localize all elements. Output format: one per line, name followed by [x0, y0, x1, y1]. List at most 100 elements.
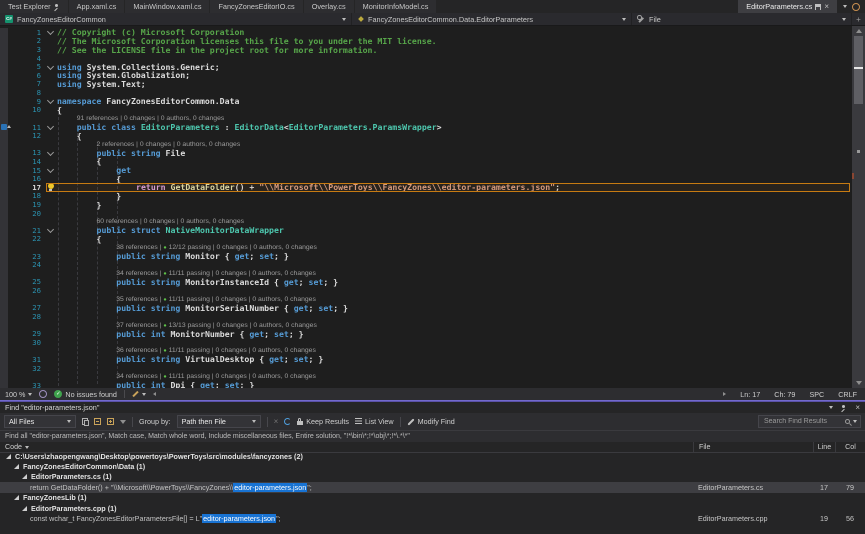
status-column[interactable]: Ch: 79 — [774, 390, 795, 399]
tree-expander-icon[interactable] — [22, 506, 27, 511]
search-icon[interactable] — [845, 419, 850, 424]
modify-find-button[interactable]: Modify Find — [407, 417, 455, 426]
search-find-results-input[interactable] — [762, 417, 842, 426]
split-window-button[interactable] — [852, 13, 865, 25]
code-line[interactable]: 28 — [0, 312, 852, 321]
collapse-chevron-icon[interactable] — [47, 149, 54, 156]
close-icon[interactable] — [824, 2, 829, 11]
tab-app-xaml-cs[interactable]: App.xaml.cs — [69, 0, 125, 13]
collapse-chevron-icon[interactable] — [47, 166, 54, 173]
code-line[interactable]: 30 — [0, 338, 852, 347]
code-line[interactable]: 17return GetDataFolder() + "\\Microsoft\… — [0, 183, 852, 192]
code-line[interactable]: 23public string Monitor { get; set; } — [0, 252, 852, 261]
codelens-text[interactable]: 37 references | ● 13/13 passing | 0 chan… — [116, 322, 317, 329]
status-encoding[interactable]: SPC — [809, 390, 824, 399]
project-dropdown[interactable]: FancyZonesEditorCommon — [0, 13, 352, 25]
code-line[interactable]: 3// See the LICENSE file in the project … — [0, 45, 852, 54]
find-result-row[interactable]: return GetDataFolder() + "\\Microsoft\\P… — [0, 482, 865, 492]
keep-results-button[interactable]: Keep Results — [297, 417, 349, 426]
code-line[interactable]: 11public class EditorParameters : Editor… — [0, 123, 852, 132]
chevron-down-icon[interactable] — [853, 420, 857, 423]
code-line[interactable]: 20 — [0, 209, 852, 218]
code-editor[interactable]: 1// Copyright (c) Microsoft Corporation2… — [0, 26, 865, 388]
collapse-all-icon[interactable] — [107, 418, 114, 425]
tree-expander-icon[interactable] — [22, 474, 27, 479]
find-group-row[interactable]: FancyZonesEditorCommon\Data (1) — [0, 461, 865, 471]
expand-all-icon[interactable] — [94, 418, 101, 425]
status-line[interactable]: Ln: 17 — [740, 390, 760, 399]
code-line[interactable]: 19} — [0, 200, 852, 209]
find-group-row[interactable]: FancyZonesLib (1) — [0, 493, 865, 503]
list-view-button[interactable]: List View — [355, 417, 394, 426]
find-result-row[interactable]: const wchar_t FancyZonesEditorParameters… — [0, 513, 865, 523]
collapse-chevron-icon[interactable] — [47, 63, 54, 70]
editor-vertical-scrollbar[interactable] — [852, 26, 865, 388]
find-group-row[interactable]: EditorParameters.cs (1) — [0, 472, 865, 482]
code-line[interactable]: 15get — [0, 166, 852, 175]
tab-mainwindow-xaml-cs[interactable]: MainWindow.xaml.cs — [125, 0, 209, 13]
group-by-dropdown[interactable]: Path then File — [177, 415, 261, 428]
notification-icon[interactable] — [852, 3, 860, 11]
code-line[interactable]: 25public string MonitorInstanceId { get;… — [0, 278, 852, 287]
code-line[interactable]: 12{ — [0, 131, 852, 140]
code-line[interactable]: 18} — [0, 192, 852, 201]
code-line[interactable]: 33public int Dpi { get; set; } — [0, 381, 852, 388]
expand-status-icon[interactable] — [723, 392, 726, 396]
lightbulb-icon[interactable] — [48, 183, 54, 191]
scrollbar-thumb[interactable] — [854, 36, 863, 104]
collapse-chevron-icon[interactable] — [47, 123, 54, 130]
tree-expander-icon[interactable] — [6, 454, 11, 459]
tree-expander-icon[interactable] — [14, 464, 19, 469]
refresh-icon[interactable] — [284, 418, 291, 425]
issues-indicator[interactable]: No issues found — [54, 390, 117, 399]
find-group-row[interactable]: C:\Users\zhaopengwang\Desktop\powertoys\… — [0, 451, 865, 461]
window-position-chevron-icon[interactable] — [829, 406, 833, 409]
ink-tool-button[interactable] — [132, 393, 146, 396]
type-dropdown[interactable]: FancyZonesEditorCommon.Data.EditorParame… — [352, 13, 632, 25]
code-line[interactable]: 22{ — [0, 235, 852, 244]
codelens-text[interactable]: 35 references | ● 11/11 passing | 0 chan… — [116, 296, 316, 303]
collapse-chevron-icon[interactable] — [47, 28, 54, 35]
scope-dropdown[interactable]: All Files — [4, 415, 76, 428]
member-dropdown[interactable]: File — [632, 13, 852, 25]
code-line[interactable]: 26 — [0, 286, 852, 295]
clear-results-icon[interactable] — [274, 417, 279, 426]
find-group-row[interactable]: EditorParameters.cpp (1) — [0, 503, 865, 513]
save-icon[interactable] — [815, 4, 821, 10]
codelens-text[interactable]: 34 references | ● 11/11 passing | 0 chan… — [116, 373, 316, 380]
code-line[interactable]: 32 — [0, 364, 852, 373]
codelens-text[interactable]: 38 references | ● 12/12 passing | 0 chan… — [116, 244, 317, 251]
code-line[interactable]: 24 — [0, 260, 852, 269]
code-line[interactable]: 9namespace FancyZonesEditorCommon.Data — [0, 97, 852, 106]
codelens-text[interactable]: 60 references | 0 changes | 0 authors, 0… — [97, 218, 245, 225]
scroll-down-icon[interactable] — [856, 381, 862, 385]
code-line[interactable]: 7using System.Text; — [0, 80, 852, 89]
tree-expander-icon[interactable] — [14, 495, 19, 500]
code-line[interactable]: 29public int MonitorNumber { get; set; } — [0, 329, 852, 338]
code-line[interactable]: 27public string MonitorSerialNumber { ge… — [0, 304, 852, 313]
copy-icon[interactable] — [82, 418, 88, 425]
health-indicator-icon[interactable] — [39, 390, 47, 398]
collapse-chevron-icon[interactable] — [47, 226, 54, 233]
codelens-text[interactable]: 34 references | ● 11/11 passing | 0 chan… — [116, 270, 316, 277]
zoom-selector[interactable]: 100 % — [5, 390, 32, 399]
close-icon[interactable] — [855, 403, 860, 412]
status-line-ending[interactable]: CRLF — [838, 390, 857, 399]
codelens-text[interactable]: 36 references | ● 11/11 passing | 0 chan… — [116, 347, 316, 354]
code-line[interactable]: 31public string VirtualDesktop { get; se… — [0, 355, 852, 364]
document-list-chevron-icon[interactable] — [843, 5, 847, 8]
pin-icon[interactable] — [54, 4, 60, 10]
code-line[interactable]: 10{ — [0, 105, 852, 114]
tab-editorparameters-cs[interactable]: EditorParameters.cs — [738, 0, 837, 13]
collapse-chevron-icon[interactable] — [47, 97, 54, 104]
codelens-text[interactable]: 91 references | 0 changes | 0 authors, 0… — [77, 115, 225, 122]
tab-fancyzoneseditorio-cs[interactable]: FancyZonesEditorIO.cs — [210, 0, 302, 13]
codelens-text[interactable]: 2 references | 0 changes | 0 authors, 0 … — [97, 141, 241, 148]
code-line[interactable]: 21public struct NativeMonitorDataWrapper — [0, 226, 852, 235]
group-header-code[interactable]: Code — [5, 443, 29, 451]
scroll-up-icon[interactable] — [856, 29, 862, 33]
pin-icon[interactable] — [841, 405, 847, 411]
find-results-titlebar[interactable]: Find "editor-parameters.json" — [0, 402, 865, 413]
code-line[interactable]: 13public string File — [0, 149, 852, 158]
tab-monitorinfomodel-cs[interactable]: MonitorInfoModel.cs — [355, 0, 437, 13]
